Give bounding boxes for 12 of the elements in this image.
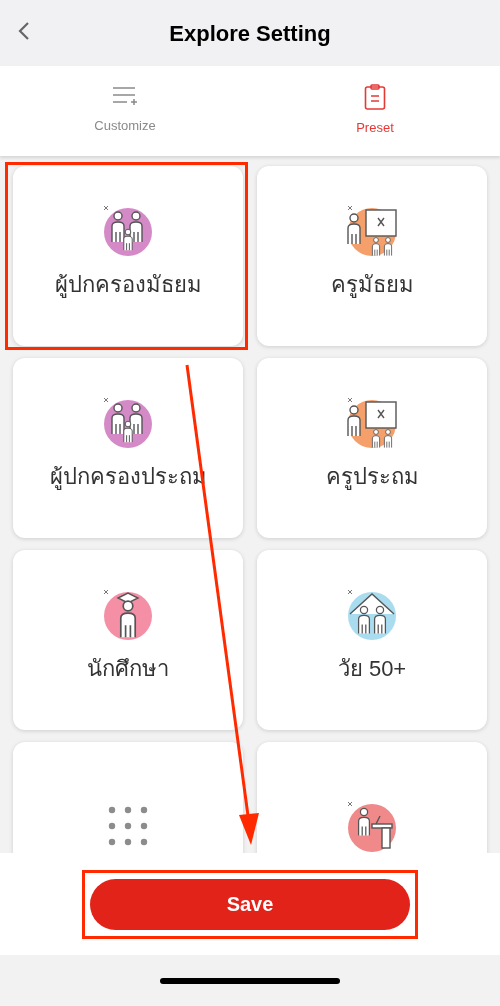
preset-card[interactable]: นักศึกษา (13, 550, 243, 730)
page-title: Explore Setting (169, 19, 331, 48)
clipboard-icon (364, 84, 386, 111)
back-icon[interactable] (16, 20, 32, 42)
tab[interactable]: Preset (250, 66, 500, 156)
save-button[interactable]: Save (90, 878, 410, 930)
preset-card[interactable]: ผู้ปกครองมัธยม (13, 166, 243, 346)
tab[interactable]: Customize (0, 66, 250, 156)
preset-card[interactable]: ครูประถม (257, 358, 487, 538)
grid-icon (108, 806, 148, 846)
preset-card[interactable]: ครูมัธยม (257, 166, 487, 346)
preset-card[interactable]: วัย 50+ (257, 550, 487, 730)
